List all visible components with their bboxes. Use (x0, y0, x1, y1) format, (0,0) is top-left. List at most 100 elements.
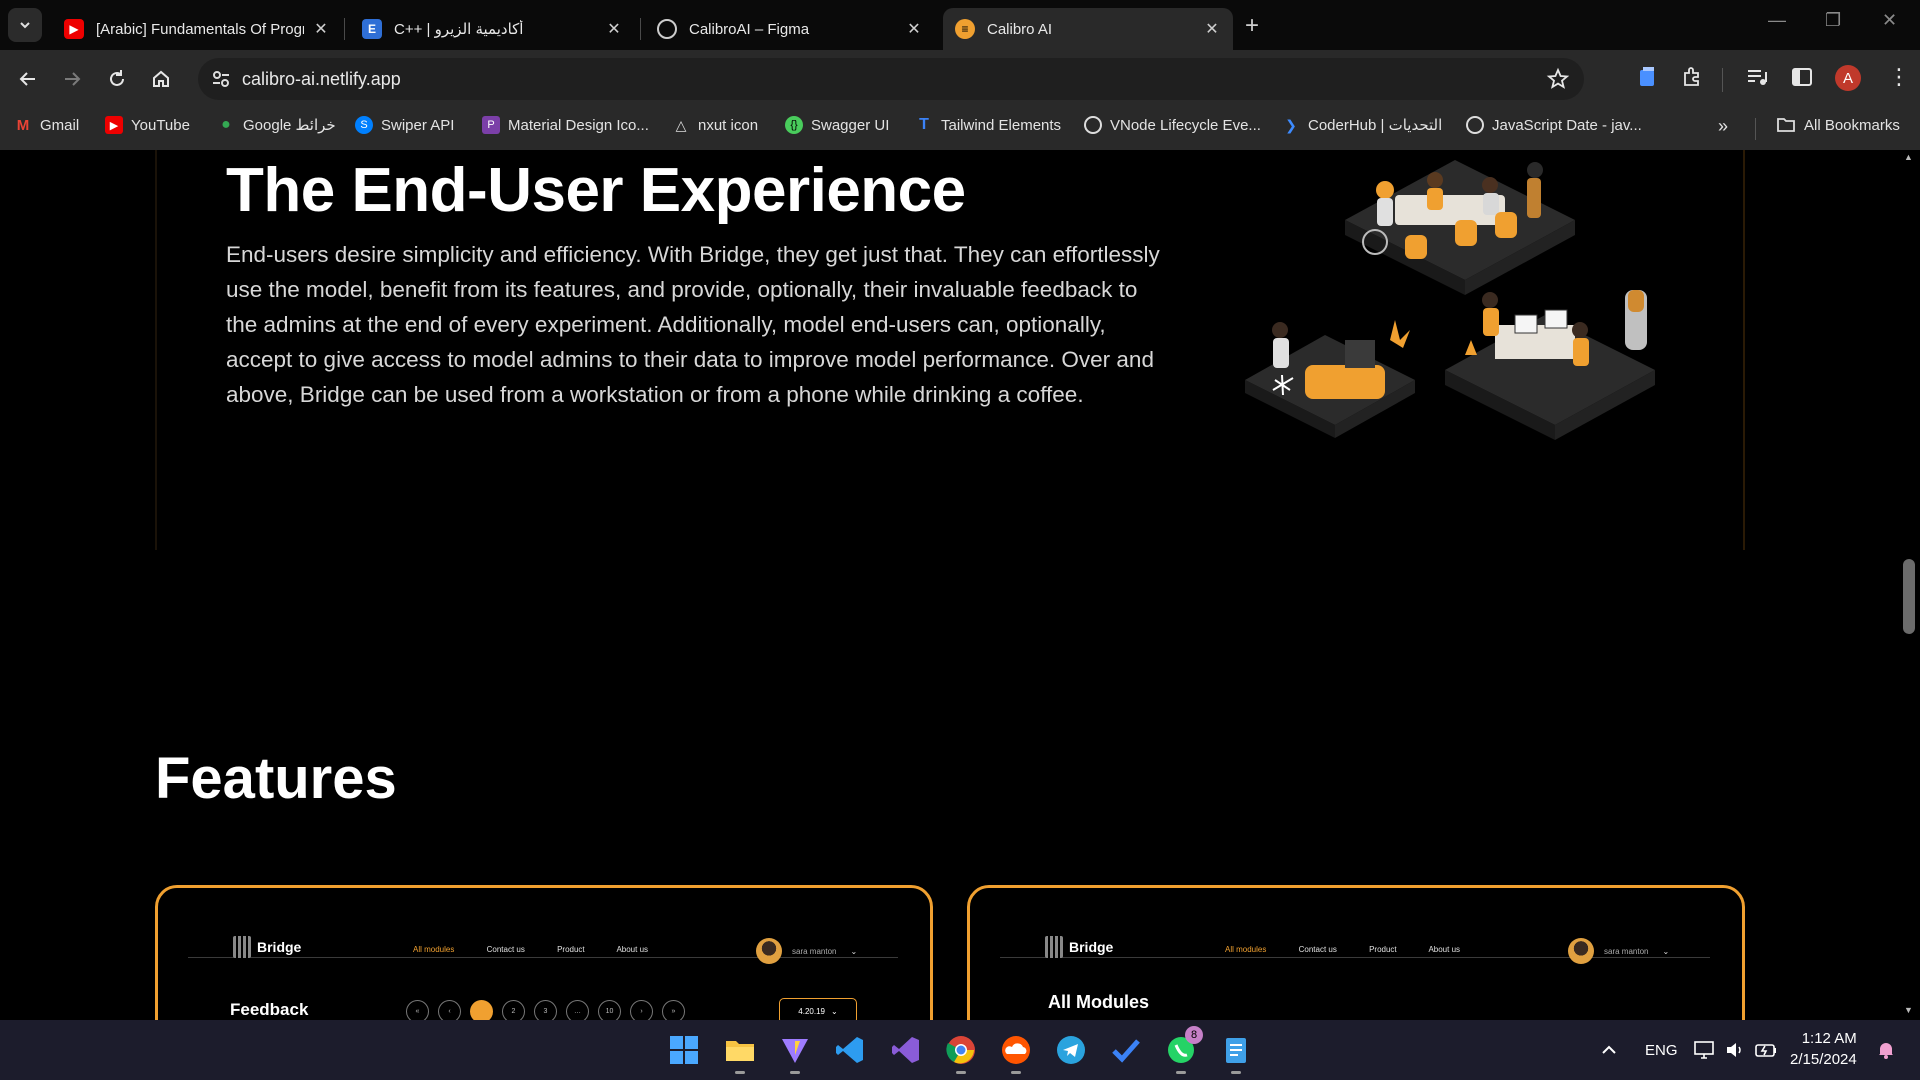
tab-search-button[interactable] (8, 8, 42, 42)
bookmarks-divider (1755, 118, 1756, 140)
logo-text: Bridge (1069, 939, 1114, 955)
bookmark-vnode[interactable]: VNode Lifecycle Eve... (1084, 116, 1261, 134)
telegram-button[interactable] (1053, 1032, 1089, 1068)
visual-studio-icon (892, 1037, 919, 1063)
reload-icon (110, 70, 124, 86)
bookmark-google-maps[interactable]: ● Google خرائط (217, 116, 336, 134)
minimize-button[interactable]: — (1768, 10, 1786, 31)
version-value: 4.20.19 (798, 1006, 825, 1016)
battery-charging-icon (1755, 1044, 1776, 1057)
bookmark-material-design[interactable]: P Material Design Ico... (482, 116, 649, 134)
notifications-button[interactable] (1876, 1020, 1896, 1080)
files-extension-icon[interactable] (1636, 65, 1658, 89)
vite-icon (782, 1039, 808, 1063)
tab-youtube[interactable]: ▶ [Arabic] Fundamentals Of Progr ✕ (52, 8, 342, 50)
page-ellipsis: … (566, 1000, 589, 1020)
profile-avatar[interactable]: A (1835, 65, 1861, 91)
bookmark-gmail[interactable]: M Gmail (14, 116, 79, 134)
bookmark-coderhub[interactable]: ❯ CoderHub | التحديات (1282, 116, 1442, 135)
whatsapp-button[interactable]: 8 (1163, 1026, 1203, 1074)
new-tab-button[interactable]: + (1245, 12, 1259, 40)
volume-icon[interactable] (1724, 1020, 1744, 1080)
clock-time: 1:12 AM (1801, 1030, 1857, 1047)
avatar (756, 938, 782, 964)
tab-cpp-academy[interactable]: E C++ | أكاديمية الزيرو ✕ (350, 8, 635, 50)
bookmark-tailwind-elements[interactable]: T Tailwind Elements (915, 116, 1061, 134)
scroll-up-icon[interactable]: ▲ (1904, 152, 1913, 162)
feature-card-all-modules[interactable]: Bridge All modules Contact us Product Ab… (967, 885, 1745, 1020)
extensions-puzzle-icon[interactable] (1680, 65, 1704, 89)
home-button[interactable] (146, 64, 176, 94)
close-tab-icon[interactable]: ✕ (905, 19, 923, 39)
bookmark-nxut-icon[interactable]: △ nxut icon (672, 116, 758, 134)
swiper-icon: S (355, 116, 373, 134)
soundcloud-icon (1002, 1036, 1030, 1064)
page-scrollbar[interactable]: ▲ ▼ (1898, 150, 1920, 1020)
language-indicator[interactable]: ENG (1645, 1020, 1678, 1080)
running-indicator (1011, 1071, 1021, 1074)
bookmark-swiper[interactable]: S Swiper API (355, 116, 454, 134)
network-icon[interactable] (1693, 1020, 1715, 1080)
running-indicator (735, 1071, 745, 1074)
show-hidden-icons[interactable] (1600, 1020, 1618, 1080)
nuxt-icon: △ (675, 116, 687, 133)
start-button[interactable] (666, 1032, 702, 1068)
scrollbar-thumb[interactable] (1903, 559, 1915, 634)
todo-button[interactable] (1108, 1032, 1144, 1068)
nav-link-product: Product (557, 945, 585, 954)
bridge-logo: Bridge (233, 936, 301, 958)
back-button[interactable] (13, 64, 43, 94)
media-queue-icon[interactable] (1745, 65, 1769, 89)
arrow-right-icon (65, 72, 81, 86)
bookmark-swagger[interactable]: {} Swagger UI (785, 116, 889, 134)
bookmark-label: Swiper API (381, 116, 455, 134)
notepad-button[interactable] (1218, 1032, 1254, 1074)
toolbar-divider (1722, 68, 1723, 92)
tab-title: C++ | أكاديمية الزيرو (394, 21, 524, 38)
chrome-button[interactable] (943, 1032, 979, 1074)
all-bookmarks-button[interactable]: All Bookmarks (1776, 116, 1900, 134)
figma-icon (657, 19, 677, 39)
close-tab-icon[interactable]: ✕ (312, 19, 330, 39)
bookmark-label: Material Design Ico... (508, 116, 649, 134)
mini-nav-links: All modules Contact us Product About us (1225, 945, 1490, 954)
restore-button[interactable]: ❐ (1825, 10, 1841, 31)
page-prev: ‹ (438, 1000, 461, 1020)
forward-button[interactable] (57, 64, 87, 94)
tab-title: [Arabic] Fundamentals Of Progr (96, 20, 304, 38)
more-menu-icon[interactable]: ⋮ (1888, 64, 1910, 90)
reload-button[interactable] (102, 64, 132, 94)
address-bar[interactable]: calibro-ai.netlify.app (198, 58, 1584, 100)
mini-user-menu: sara manton ⌄ (756, 938, 857, 964)
vite-app-button[interactable] (777, 1032, 813, 1074)
bridge-logo-icon (1045, 936, 1063, 958)
side-panel-icon[interactable] (1790, 65, 1814, 89)
tab-calibro-ai[interactable]: ≡ Calibro AI ✕ (943, 8, 1233, 50)
visual-studio-button[interactable] (888, 1032, 924, 1068)
close-tab-icon[interactable]: ✕ (1203, 19, 1221, 39)
arrow-left-icon (19, 72, 35, 86)
soundcloud-button[interactable] (998, 1032, 1034, 1074)
battery-icon[interactable] (1754, 1020, 1778, 1080)
pagination: « ‹ 2 3 … 10 › » (406, 1000, 685, 1020)
system-clock[interactable]: 1:12 AM 2/15/2024 (1790, 1028, 1857, 1070)
more-bookmarks-icon[interactable]: » (1718, 116, 1728, 137)
tab-figma[interactable]: CalibroAI – Figma ✕ (645, 8, 935, 50)
bookmark-label: nxut icon (698, 116, 759, 134)
feature-card-feedback[interactable]: Bridge All modules Contact us Product Ab… (155, 885, 933, 1020)
nav-link-about: About us (1428, 945, 1461, 954)
close-tab-icon[interactable]: ✕ (605, 19, 623, 39)
folder-icon (1777, 118, 1795, 132)
all-modules-heading: All Modules (1048, 992, 1150, 1012)
scroll-down-icon[interactable]: ▼ (1904, 1005, 1913, 1015)
bookmark-star-icon[interactable] (1546, 67, 1570, 91)
bookmark-youtube[interactable]: ▶ YouTube (105, 116, 190, 134)
bookmark-js-date[interactable]: JavaScript Date - jav... (1466, 116, 1642, 134)
all-bookmarks-label: All Bookmarks (1804, 116, 1900, 134)
vscode-button[interactable] (832, 1032, 868, 1068)
close-window-button[interactable]: ✕ (1882, 10, 1897, 31)
nav-link-all-modules: All modules (1225, 945, 1267, 954)
notification-badge: 8 (1185, 1026, 1203, 1044)
site-settings-icon[interactable] (210, 68, 232, 90)
file-explorer-button[interactable] (722, 1032, 758, 1074)
